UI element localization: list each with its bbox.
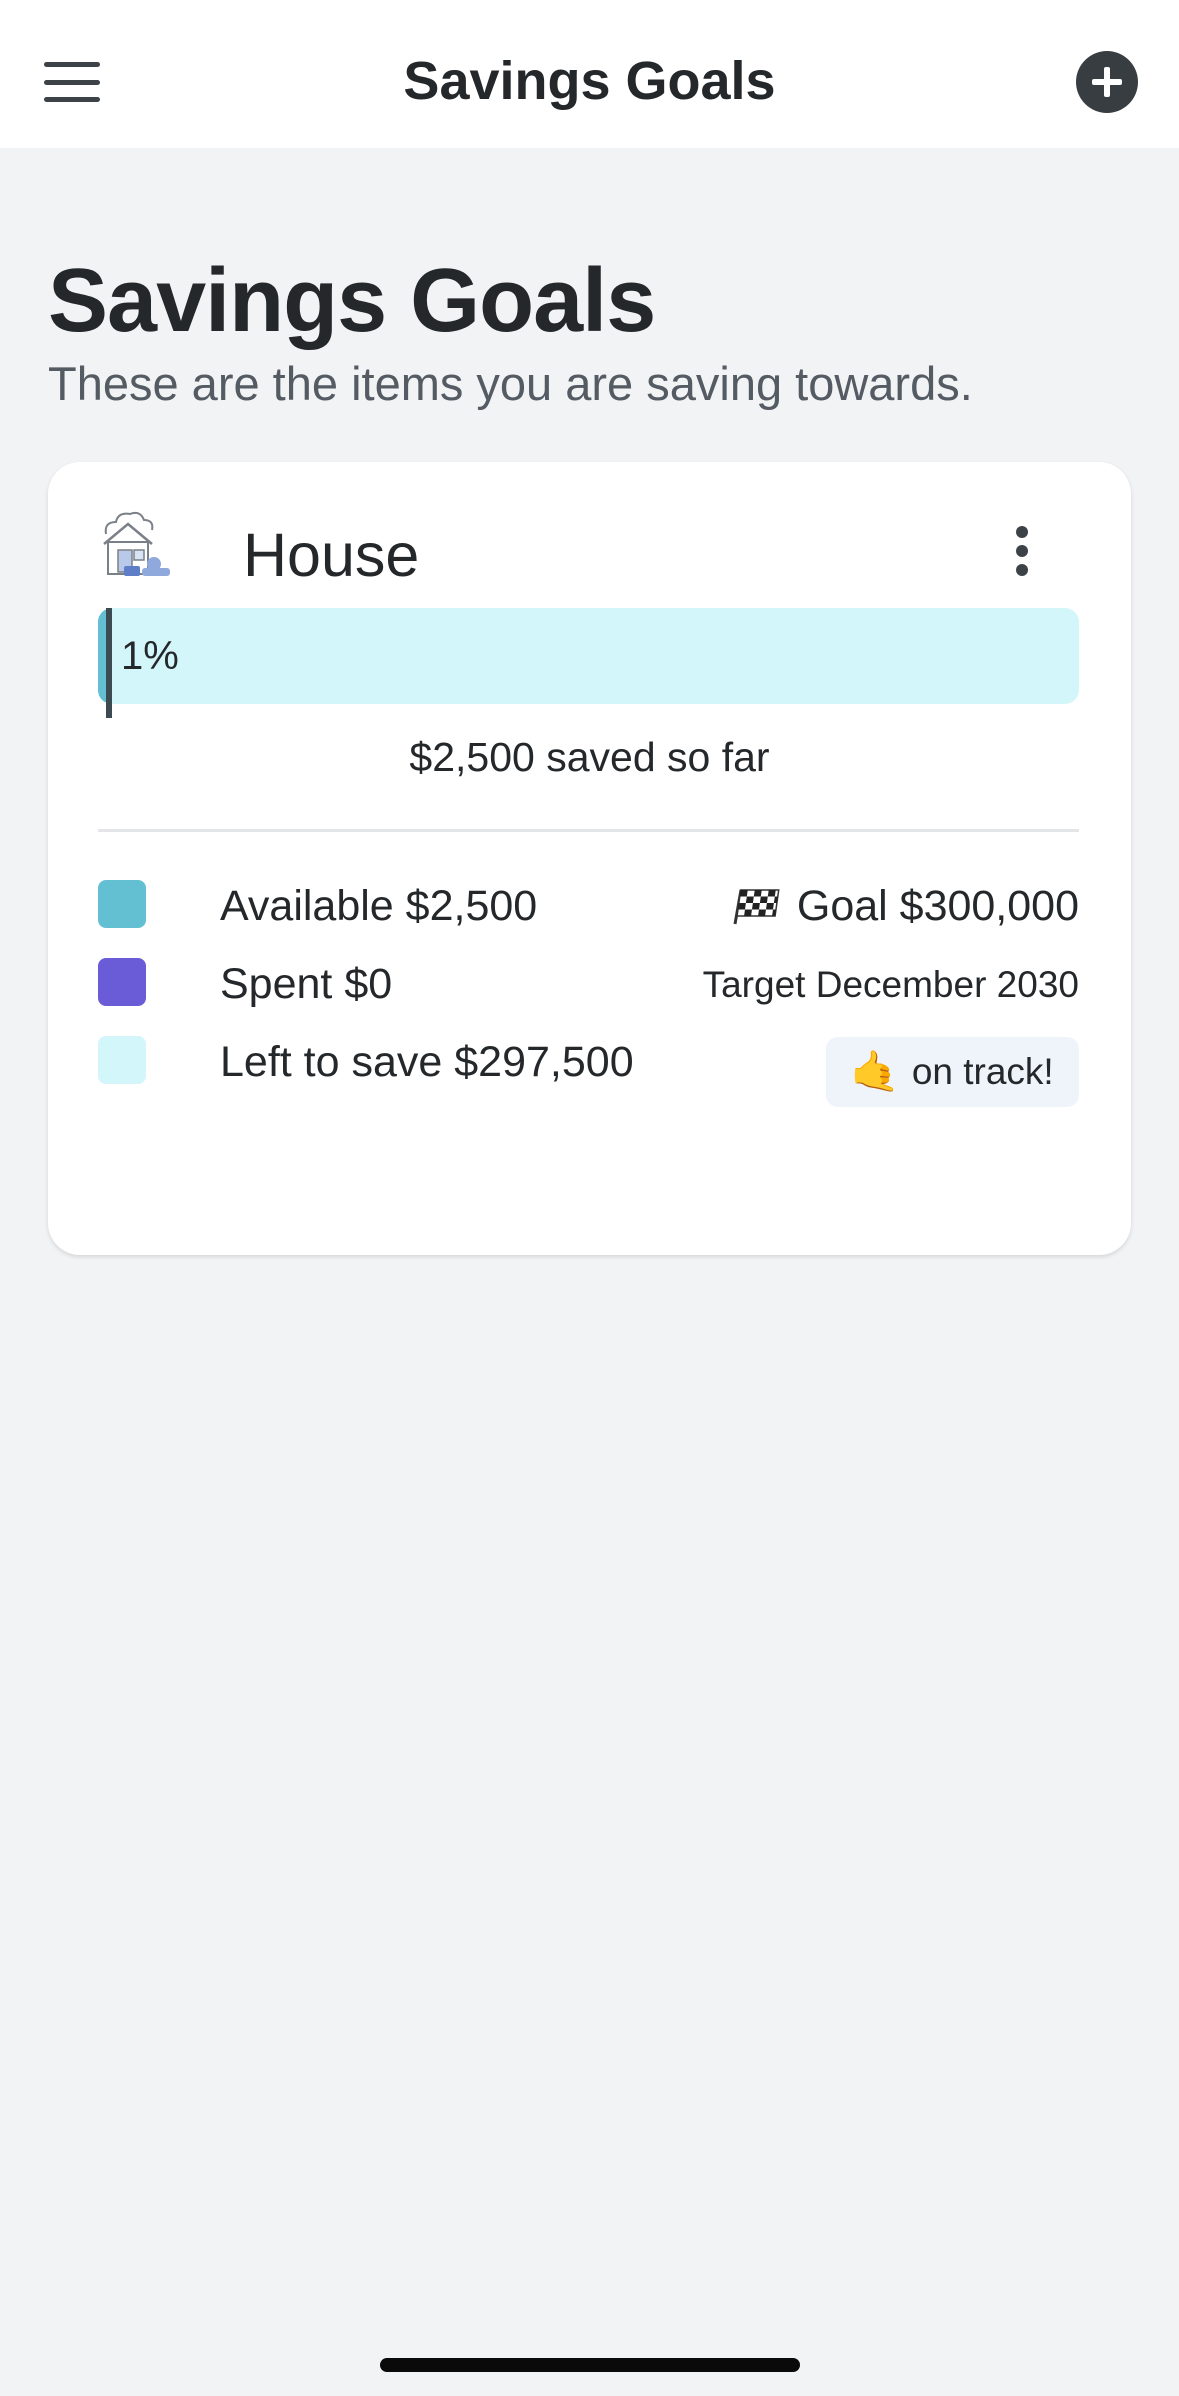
goal-amount-text: Goal $300,000 (796, 882, 1079, 930)
legend-label: Left to save $297,500 (220, 1038, 634, 1086)
left-to-save-swatch (98, 1036, 146, 1084)
page-title: Savings Goals (48, 251, 656, 351)
saved-amount-text: $2,500 saved so far (409, 734, 770, 780)
header-title: Savings Goals (403, 51, 776, 111)
home-indicator (380, 2358, 800, 2372)
add-goal-button[interactable] (1076, 51, 1138, 113)
checkered-flag-icon (733, 888, 780, 924)
progress-bar (98, 608, 1079, 704)
spent-swatch (98, 958, 146, 1006)
goal-card[interactable]: House 1% $2,500 saved so far Available $… (48, 462, 1131, 1255)
house-icon (103, 511, 170, 576)
goal-name: House (243, 521, 420, 589)
more-options-icon[interactable] (1010, 526, 1034, 576)
app-header: Savings Goals (0, 0, 1179, 148)
call-me-hand-icon: 🤙 (850, 1050, 900, 1094)
divider (98, 829, 1079, 832)
progress-marker (106, 608, 112, 718)
status-badge: 🤙 on track! (826, 1037, 1079, 1107)
legend-label: Available $2,500 (220, 882, 538, 930)
legend-label: Spent $0 (220, 960, 393, 1008)
goal-amount: Goal $300,000 (731, 882, 1079, 931)
page-subtitle: These are the items you are saving towar… (48, 357, 973, 410)
available-swatch (98, 880, 146, 928)
progress-label: 1% (121, 634, 179, 678)
status-text: on track! (911, 1051, 1054, 1092)
target-date: Target December 2030 (702, 964, 1079, 1005)
